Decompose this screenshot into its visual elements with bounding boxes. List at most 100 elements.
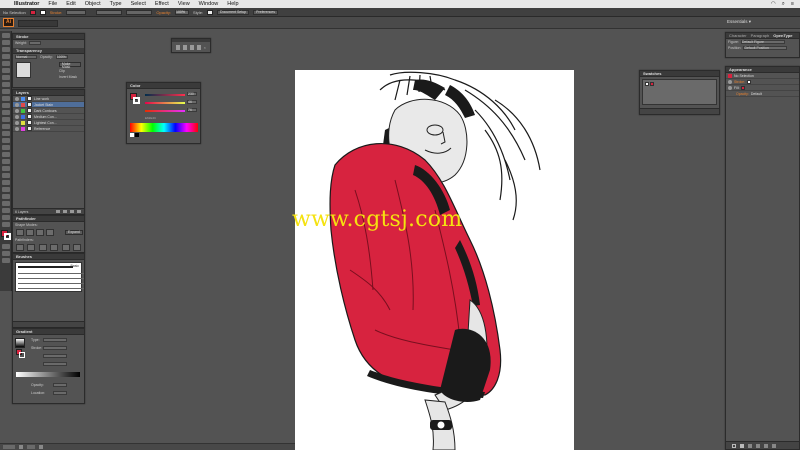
unite-icon[interactable] <box>16 229 24 236</box>
clip-checkbox[interactable]: Clip <box>59 69 81 73</box>
shape-builder-tool-icon[interactable] <box>1 145 10 150</box>
screen-mode-icon[interactable] <box>1 258 10 263</box>
opacity-field[interactable]: 100% <box>55 55 68 59</box>
merge-icon[interactable] <box>38 244 47 251</box>
blue-slider[interactable] <box>145 110 185 112</box>
color-spectrum[interactable] <box>130 123 198 132</box>
appearance-opacity-row[interactable]: Opacity: Default <box>726 91 799 97</box>
appearance-panel-title[interactable]: Appearance <box>729 67 752 72</box>
perspective-grid-tool-icon[interactable] <box>1 152 10 157</box>
add-stroke-icon[interactable] <box>732 443 736 448</box>
stroke-panel-title[interactable]: Stroke <box>16 34 28 39</box>
white-swatch[interactable] <box>130 133 134 137</box>
menu-file[interactable]: File <box>48 1 57 7</box>
draw-mode-icon[interactable] <box>1 251 10 256</box>
arrange-documents-button[interactable] <box>18 20 58 27</box>
brush-definition-field[interactable] <box>126 9 153 15</box>
preferences-button[interactable]: Preferences <box>253 9 278 15</box>
green-slider[interactable] <box>145 102 185 104</box>
document-setup-button[interactable]: Document Setup <box>217 9 250 15</box>
gradient-tool-icon[interactable] <box>1 166 10 171</box>
menu-type[interactable]: Type <box>110 1 122 7</box>
layers-panel-title[interactable]: Layers <box>16 90 29 95</box>
menu-view[interactable]: View <box>178 1 190 7</box>
pen-tool-icon[interactable] <box>1 61 10 66</box>
artboard[interactable] <box>295 70 574 450</box>
opacity-field[interactable]: 100% <box>175 9 190 15</box>
opacity-label[interactable]: Opacity: <box>156 10 171 15</box>
hex-value[interactable]: E62E4C <box>145 116 156 120</box>
notifications-icon[interactable]: ≡ <box>791 1 794 8</box>
crop-icon[interactable] <box>50 244 59 251</box>
scale-tool-icon[interactable] <box>1 124 10 129</box>
eye-icon[interactable] <box>728 79 732 84</box>
new-layer-icon[interactable] <box>70 210 74 213</box>
add-anchor-icon[interactable] <box>182 45 187 50</box>
eye-icon[interactable] <box>728 85 732 90</box>
blue-value-field[interactable]: 76 <box>187 108 197 112</box>
selection-tool-icon[interactable] <box>1 33 10 38</box>
outline-icon[interactable] <box>61 244 70 251</box>
swatch-red[interactable] <box>650 82 654 86</box>
stroke-swatch-icon[interactable] <box>3 233 11 240</box>
brushes-panel-header[interactable]: Brushes <box>13 254 84 260</box>
stroke-label[interactable]: Stroke: <box>50 10 63 15</box>
pathfinder-panel-title[interactable]: Pathfinder <box>16 216 36 221</box>
minus-front-icon[interactable] <box>26 229 34 236</box>
brush-list[interactable]: Basic <box>15 262 84 292</box>
color-mode-icon[interactable] <box>1 244 10 249</box>
line-tool-icon[interactable] <box>1 82 10 87</box>
brush-stroke[interactable] <box>18 273 84 274</box>
artboard-tool-icon[interactable] <box>1 201 10 206</box>
duplicate-item-icon[interactable] <box>764 443 768 448</box>
symbol-sprayer-tool-icon[interactable] <box>1 187 10 192</box>
stroke-swatch-icon[interactable] <box>747 79 752 84</box>
brush-stroke[interactable] <box>18 278 84 279</box>
delete-item-icon[interactable] <box>772 443 776 448</box>
expand-button[interactable]: Expand <box>65 230 83 235</box>
eyedropper-tool-icon[interactable] <box>1 173 10 178</box>
delete-anchor-icon[interactable] <box>189 45 194 50</box>
layer-name[interactable]: Jacket Stain <box>34 103 53 107</box>
app-menu[interactable]: Illustrator <box>14 1 39 7</box>
opacity-label[interactable]: Opacity: <box>736 92 749 96</box>
brush-stroke[interactable] <box>18 288 84 289</box>
eye-icon[interactable] <box>15 114 19 119</box>
gradient-aspect-field[interactable] <box>43 362 67 366</box>
green-value-field[interactable]: 46 <box>187 100 197 104</box>
transparency-panel-title[interactable]: Transparency <box>16 48 42 53</box>
eye-icon[interactable] <box>15 126 19 131</box>
figure-select[interactable]: Default Figure <box>740 40 785 44</box>
brush-stroke[interactable] <box>18 283 84 284</box>
gradient-type-select[interactable] <box>43 338 67 342</box>
pen-tool-icon[interactable] <box>176 45 180 50</box>
layer-row[interactable]: Reference <box>13 126 84 132</box>
brushes-panel-title[interactable]: Brushes <box>16 254 32 259</box>
curvature-tool-icon[interactable] <box>1 68 10 73</box>
red-slider[interactable] <box>145 94 185 96</box>
weight-field[interactable] <box>28 41 41 45</box>
width-tool-icon[interactable] <box>1 131 10 136</box>
eye-icon[interactable] <box>15 96 19 101</box>
layer-name[interactable]: Dark Contours <box>34 109 57 113</box>
artboard-number-field[interactable] <box>27 445 35 449</box>
eraser-tool-icon[interactable] <box>1 110 10 115</box>
gradient-angle-field[interactable] <box>43 354 67 358</box>
close-icon[interactable]: × <box>204 45 206 50</box>
gradient-panel-title[interactable]: Gradient <box>16 329 32 334</box>
anchor-point-tool-icon[interactable] <box>196 45 201 50</box>
direct-selection-tool-icon[interactable] <box>1 40 10 45</box>
eye-icon[interactable] <box>15 120 19 125</box>
mesh-tool-icon[interactable] <box>1 159 10 164</box>
swatch-none[interactable] <box>645 82 649 86</box>
tab-opentype[interactable]: OpenType <box>773 33 792 38</box>
stroke-weight-field[interactable] <box>66 9 87 15</box>
zoom-field[interactable] <box>3 445 15 449</box>
stroke-label[interactable]: Stroke: <box>734 80 745 84</box>
workspace-switcher[interactable]: Essentials ▾ <box>727 19 751 25</box>
layer-name[interactable]: Lightest Con... <box>34 121 57 125</box>
free-transform-tool-icon[interactable] <box>1 138 10 143</box>
make-clipping-mask-icon[interactable] <box>56 210 60 213</box>
layer-name[interactable]: Medium Con... <box>34 115 57 119</box>
red-value-field[interactable]: 230 <box>187 92 197 96</box>
